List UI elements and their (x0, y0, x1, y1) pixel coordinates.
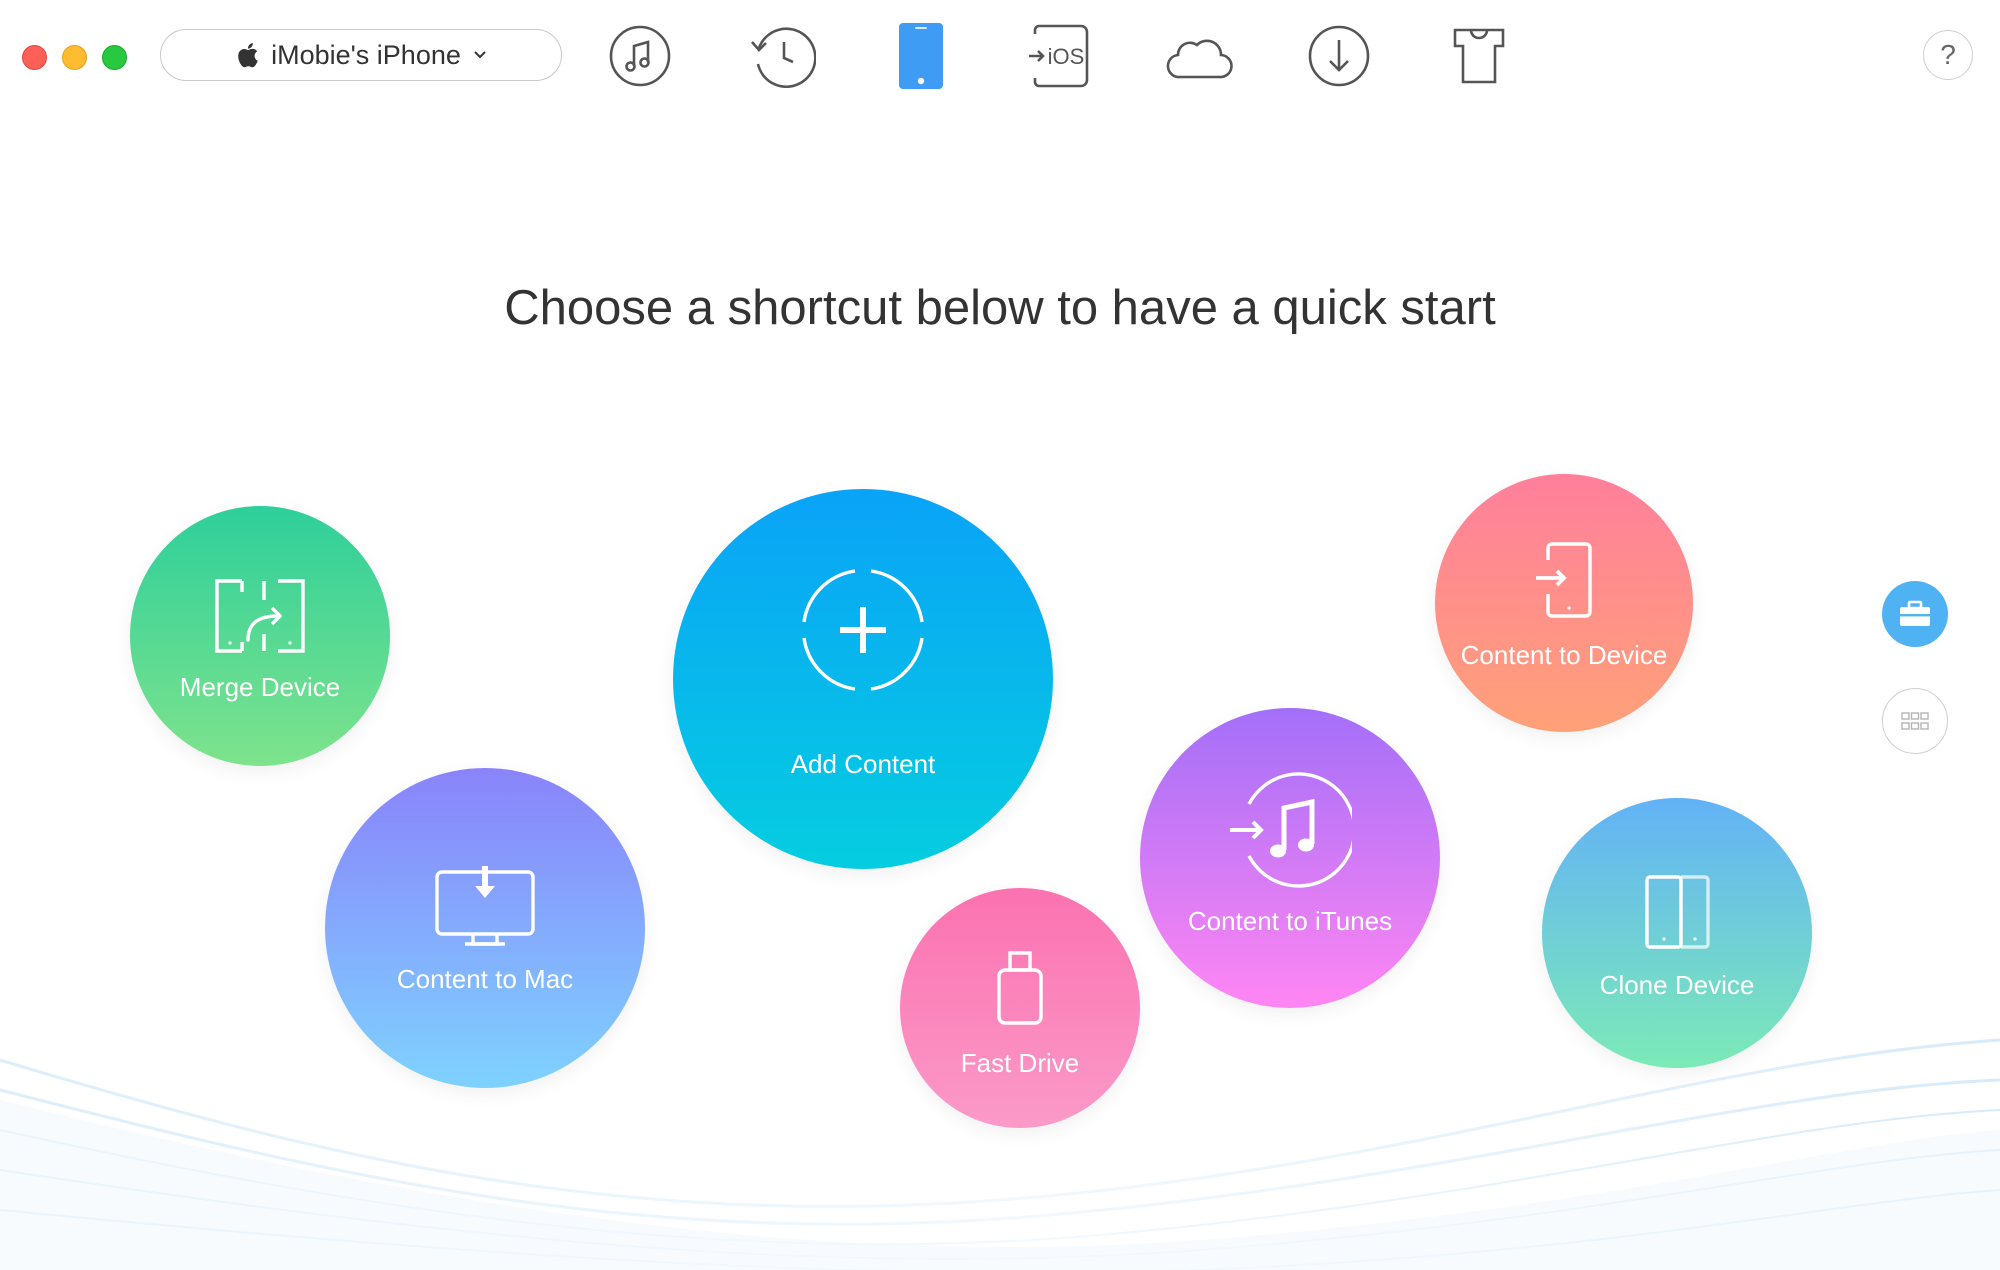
minimize-window-button[interactable] (62, 45, 87, 70)
toolbox-button[interactable] (1882, 581, 1948, 647)
add-content-button[interactable]: Add Content (673, 489, 1053, 869)
fast-drive-button[interactable]: Fast Drive (900, 888, 1140, 1128)
toolbox-icon (1900, 600, 1930, 626)
zoom-window-button[interactable] (102, 45, 127, 70)
shirt-icon[interactable] (1444, 20, 1514, 92)
apple-icon (238, 43, 258, 68)
itunes-import-icon (1140, 768, 1440, 892)
page-title: Choose a shortcut below to have a quick … (504, 281, 1496, 335)
clone-device-icon (1542, 874, 1812, 950)
phone-icon[interactable] (886, 20, 956, 92)
device-selector[interactable]: iMobie's iPhone (160, 29, 562, 81)
content-to-device-label: Content to Device (1460, 640, 1668, 670)
merge-device-label: Merge Device (179, 672, 341, 702)
download-icon[interactable] (1304, 20, 1374, 92)
add-icon (673, 565, 1053, 695)
content-to-mac-label: Content to Mac (396, 964, 574, 994)
device-import-icon (1435, 542, 1693, 618)
close-window-button[interactable] (22, 45, 47, 70)
content-to-itunes-label: Content to iTunes (1187, 906, 1393, 936)
help-label: ? (1940, 39, 1956, 70)
title-bar: iMobie's iPhone iOS ? (0, 0, 2000, 115)
to-ios-icon[interactable]: iOS (1024, 20, 1094, 92)
content-to-itunes-button[interactable]: Content to iTunes (1140, 708, 1440, 1008)
grid-icon (1901, 712, 1929, 730)
music-icon[interactable] (605, 20, 675, 92)
grid-view-button[interactable] (1882, 688, 1948, 754)
content-to-mac-button[interactable]: Content to Mac (325, 768, 645, 1088)
fast-drive-label: Fast Drive (960, 1048, 1080, 1078)
usb-drive-icon (900, 950, 1140, 1026)
monitor-download-icon (325, 864, 645, 950)
clone-device-button[interactable]: Clone Device (1542, 798, 1812, 1068)
add-content-label: Add Content (790, 749, 936, 779)
merge-device-button[interactable]: Merge Device (130, 506, 390, 766)
merge-device-icon (130, 578, 390, 654)
cloud-icon[interactable] (1164, 20, 1234, 92)
history-icon[interactable] (746, 20, 816, 92)
svg-text:iOS: iOS (1048, 44, 1085, 69)
help-button[interactable]: ? (1923, 30, 1973, 80)
chevron-down-icon (474, 51, 486, 59)
clone-device-label: Clone Device (1599, 970, 1755, 1000)
content-to-device-button[interactable]: Content to Device (1435, 474, 1693, 732)
device-name: iMobie's iPhone (271, 39, 461, 70)
